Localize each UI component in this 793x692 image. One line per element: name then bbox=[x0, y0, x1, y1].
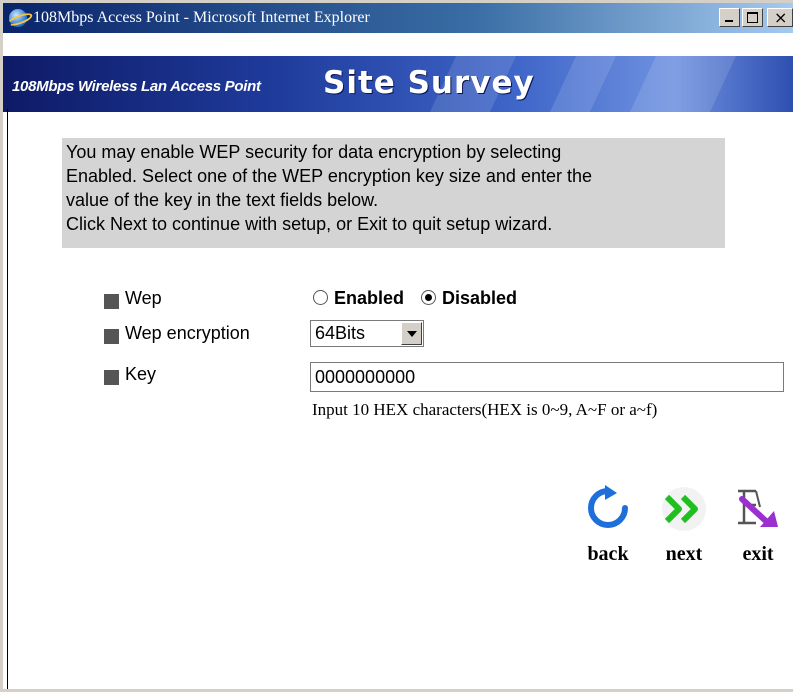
instruction-line: value of the key in the text fields belo… bbox=[66, 190, 379, 210]
wep-enabled-label[interactable]: Enabled bbox=[334, 288, 404, 308]
close-icon: × bbox=[774, 8, 788, 27]
close-button[interactable]: × bbox=[767, 8, 793, 27]
next-icon bbox=[662, 487, 706, 531]
wep-label: Wep bbox=[125, 288, 162, 308]
bullet-icon bbox=[104, 370, 119, 385]
page-title: Site Survey bbox=[323, 65, 535, 101]
wep-row: Wep bbox=[104, 288, 304, 314]
chevron-down-icon[interactable] bbox=[401, 322, 422, 345]
maximize-icon bbox=[747, 12, 758, 23]
next-button[interactable]: next bbox=[654, 483, 714, 573]
back-icon bbox=[588, 485, 628, 528]
key-row: Key bbox=[104, 364, 304, 390]
encryption-label: Wep encryption bbox=[125, 323, 250, 343]
ie-logo-icon bbox=[6, 9, 34, 29]
instruction-line: Click Next to continue with setup, or Ex… bbox=[66, 214, 553, 234]
key-input[interactable] bbox=[310, 362, 784, 392]
minimize-button[interactable] bbox=[719, 8, 740, 27]
encryption-row: Wep encryption bbox=[104, 323, 304, 349]
wep-disabled-label[interactable]: Disabled bbox=[442, 288, 517, 308]
back-button[interactable]: back bbox=[578, 483, 638, 573]
wep-enabled-radio[interactable] bbox=[313, 289, 328, 305]
key-label: Key bbox=[125, 364, 157, 384]
banner-subtitle: 108Mbps Wireless Lan Access Point bbox=[12, 78, 261, 95]
wep-disabled-radio[interactable] bbox=[421, 289, 437, 305]
encryption-value: 64Bits bbox=[315, 323, 366, 343]
bullet-icon bbox=[104, 329, 119, 344]
instructions-box: You may enable WEP security for data enc… bbox=[62, 138, 725, 248]
back-label: back bbox=[587, 543, 629, 565]
header-banner: 108Mbps Wireless Lan Access Point Site S… bbox=[3, 56, 793, 112]
exit-icon bbox=[738, 489, 778, 527]
frame-divider bbox=[7, 109, 8, 689]
next-label: next bbox=[665, 543, 703, 565]
exit-label: exit bbox=[742, 543, 774, 565]
instruction-line: You may enable WEP security for data enc… bbox=[66, 142, 562, 162]
bullet-icon bbox=[104, 294, 119, 309]
wep-radio-group: Enabled Disabled bbox=[313, 288, 529, 314]
window-title: 108Mbps Access Point - Microsoft Interne… bbox=[33, 9, 370, 26]
minimize-icon bbox=[725, 20, 733, 22]
title-bar: 108Mbps Access Point - Microsoft Interne… bbox=[3, 3, 793, 33]
key-hint: Input 10 HEX characters(HEX is 0~9, A~F … bbox=[312, 400, 658, 419]
encryption-select[interactable]: 64Bits bbox=[310, 320, 424, 347]
maximize-button[interactable] bbox=[742, 8, 763, 27]
instruction-line: Enabled. Select one of the WEP encryptio… bbox=[66, 166, 592, 186]
exit-button[interactable]: exit bbox=[728, 483, 788, 573]
